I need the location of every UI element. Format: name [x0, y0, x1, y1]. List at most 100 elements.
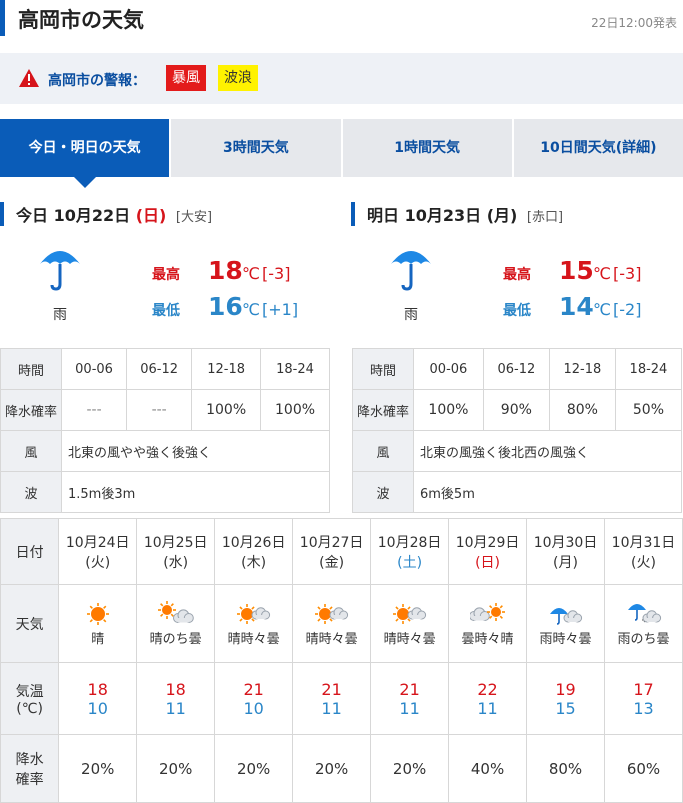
- wave-cell: 6m後5m: [413, 471, 682, 513]
- precip-cell: 50%: [614, 389, 683, 431]
- rain-sometimes-cloud-icon: [549, 608, 582, 625]
- weather-cell: 雨のち曇: [604, 584, 683, 663]
- date-text: 10月29日: [455, 534, 520, 551]
- weekday-text: (火): [631, 554, 656, 571]
- wind-cell: 北東の風やや強く後強く: [61, 430, 330, 472]
- weekday-text: (月): [553, 554, 578, 571]
- table-row: 時間 00-06 06-12 12-18 18-24: [0, 348, 330, 390]
- weather-cell: 雨時々曇: [526, 584, 605, 663]
- warning-badge-storm[interactable]: 暴風: [166, 65, 206, 91]
- date-text: 10月28日: [377, 534, 442, 551]
- today-rokuyo: [大安]: [175, 210, 213, 225]
- warning-icon: [19, 69, 39, 87]
- date-cell: 10月26日 (木): [214, 518, 294, 585]
- tomorrow-high: 15: [559, 256, 594, 285]
- page-title: 高岡市の天気: [18, 8, 144, 32]
- low-temp: 13: [633, 698, 654, 718]
- tab-today-tomorrow[interactable]: 今日・明日の天気: [0, 119, 170, 188]
- warning-badge-wave[interactable]: 波浪: [218, 65, 258, 91]
- table-row: 時間 00-06 06-12 12-18 18-24: [352, 348, 683, 390]
- warning-box: 高岡市の警報： 暴風 波浪: [0, 53, 683, 104]
- time-header: 時間: [0, 348, 62, 390]
- temp-cell: 17 13: [604, 662, 683, 735]
- sun-sometimes-cloud-icon: [392, 604, 426, 624]
- low-temp: 11: [165, 698, 186, 718]
- today-detail-table: 時間 00-06 06-12 12-18 18-24 降水確率 --- --- …: [0, 348, 330, 513]
- table-row: 風 北東の風やや強く後強く: [0, 430, 330, 472]
- precip-header: 降水確率: [352, 389, 414, 431]
- tomorrow-low-unit: ℃: [593, 300, 611, 319]
- today-weekday-open: (: [135, 206, 143, 225]
- time-header: 時間: [352, 348, 414, 390]
- table-row: 降水確率 --- --- 100% 100%: [0, 389, 330, 431]
- tab-10day[interactable]: 10日間天気(詳細): [511, 119, 683, 177]
- today-high-diff: [-3]: [262, 264, 291, 283]
- low-temp: 11: [399, 698, 420, 718]
- temp-header: 気温 (℃): [0, 662, 60, 735]
- forecast-tabs: 今日・明日の天気 3時間天気 1時間天気 10日間天気(詳細): [0, 119, 683, 188]
- wind-header: 風: [0, 430, 62, 472]
- precip-cell: ---: [60, 389, 128, 431]
- date-text: 10月26日: [221, 534, 286, 551]
- rain-then-cloud-icon: [627, 604, 661, 623]
- high-temp: 19: [555, 679, 576, 699]
- weather-text: 晴時々曇: [305, 632, 358, 647]
- high-temp: 17: [633, 679, 654, 699]
- time-cell: 18-24: [260, 348, 330, 390]
- table-row: 日付 10月24日 (火) 10月25日 (水) 10月26日 (木) 10月27日 (金) 1…: [0, 518, 683, 585]
- date-text: 10月24日: [65, 534, 130, 551]
- precip-header: 降水 確率: [0, 734, 60, 803]
- weather-cell: 曇時々晴: [448, 584, 528, 663]
- weather-cell: 晴時々曇: [370, 584, 450, 663]
- weekday-text: (水): [163, 554, 189, 571]
- high-temp: 22: [477, 679, 498, 699]
- weekday-text: (火): [85, 554, 111, 571]
- date-cell: 10月25日 (水): [136, 518, 216, 585]
- issued-time: 22日12:00発表: [591, 16, 677, 30]
- weather-text: 晴時々曇: [383, 632, 436, 647]
- date-cell: 10月27日 (金): [292, 518, 372, 585]
- precip-header-line2: 確率: [15, 771, 44, 788]
- time-cell: 18-24: [614, 348, 683, 390]
- warning-label: 高岡市の警報：: [48, 73, 146, 89]
- tomorrow-weekday: 月: [494, 206, 511, 225]
- date-cell: 10月29日 (日): [448, 518, 528, 585]
- low-temp: 11: [321, 698, 342, 718]
- table-row: 天気 晴 晴のち曇 晴時々曇 晴時々曇 晴時々曇 曇時々晴 雨時々曇 雨のち曇: [0, 584, 683, 663]
- temp-cell: 21 10: [214, 662, 294, 735]
- temp-header-line2: (℃): [16, 700, 43, 717]
- title-accent-bar: [0, 0, 5, 36]
- time-cell: 12-18: [191, 348, 262, 390]
- today-low-label: 最低: [152, 303, 180, 319]
- weather-header: 天気: [0, 584, 60, 663]
- tomorrow-weekday-open: (: [486, 206, 494, 225]
- tomorrow-rokuyo: [赤口]: [526, 210, 564, 225]
- sun-then-cloud-icon: [157, 601, 194, 623]
- weather-text: 晴時々曇: [227, 632, 280, 647]
- weather-cell: 晴時々曇: [214, 584, 294, 663]
- precip-cell: 80%: [526, 734, 605, 803]
- high-temp: 21: [243, 679, 264, 699]
- precip-header-line1: 降水: [15, 751, 44, 768]
- wave-header: 波: [352, 471, 414, 513]
- high-temp: 21: [321, 679, 342, 699]
- precip-cell: 80%: [548, 389, 616, 431]
- weather-cell: 晴時々曇: [292, 584, 372, 663]
- table-row: 波 1.5m後3m: [0, 471, 330, 513]
- weather-text: 晴のち曇: [149, 632, 202, 647]
- time-cell: 12-18: [548, 348, 616, 390]
- today-high-label: 最高: [152, 267, 180, 283]
- low-temp: 15: [555, 698, 576, 718]
- high-temp: 18: [87, 679, 108, 699]
- precip-cell: 20%: [214, 734, 294, 803]
- date-header: 日付: [0, 518, 60, 585]
- tomorrow-date: 明日 10月23日: [367, 206, 482, 225]
- temp-cell: 18 10: [58, 662, 138, 735]
- time-cell: 00-06: [60, 348, 128, 390]
- tab-3hour[interactable]: 3時間天気: [169, 119, 341, 177]
- weather-text: 雨時々曇: [539, 632, 592, 647]
- precip-header: 降水確率: [0, 389, 62, 431]
- sun-sometimes-cloud-icon: [314, 604, 348, 624]
- heading-accent-bar: [0, 202, 4, 226]
- tab-1hour[interactable]: 1時間天気: [340, 119, 512, 177]
